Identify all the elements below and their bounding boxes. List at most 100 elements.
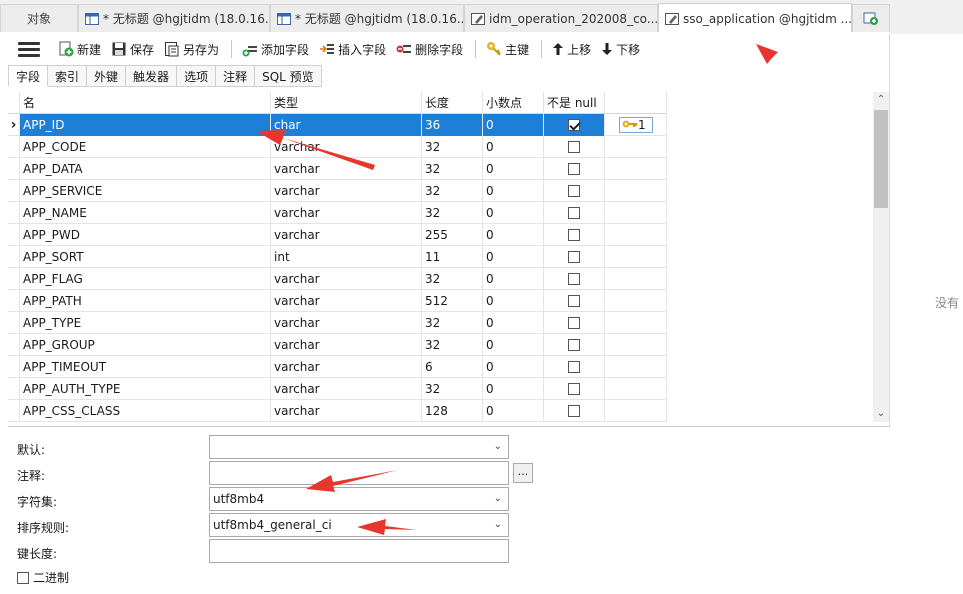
row-marker-cell[interactable] bbox=[8, 202, 20, 224]
grid-vertical-scrollbar[interactable]: ⌃ ⌄ bbox=[873, 92, 889, 422]
table-row[interactable]: APP_DATA varchar 32 0 bbox=[8, 158, 667, 180]
field-type-cell[interactable]: varchar bbox=[271, 290, 422, 312]
move-up-button[interactable]: 上移 bbox=[548, 37, 595, 61]
field-name-cell[interactable]: APP_SERVICE bbox=[20, 180, 271, 202]
menu-icon[interactable] bbox=[18, 38, 40, 60]
not-null-checkbox[interactable] bbox=[568, 360, 580, 373]
field-length-cell[interactable]: 32 bbox=[422, 136, 483, 158]
field-type-cell[interactable]: varchar bbox=[271, 158, 422, 180]
field-name-cell[interactable]: APP_TYPE bbox=[20, 312, 271, 334]
field-name-cell[interactable]: APP_GROUP bbox=[20, 334, 271, 356]
table-row[interactable]: APP_GROUP varchar 32 0 bbox=[8, 334, 667, 356]
field-type-cell[interactable]: varchar bbox=[271, 356, 422, 378]
field-not-null-cell[interactable] bbox=[544, 114, 605, 136]
tab-options[interactable]: 选项 bbox=[177, 65, 217, 87]
field-decimals-cell[interactable]: 0 bbox=[483, 268, 544, 290]
tab-foreign-keys[interactable]: 外键 bbox=[87, 65, 127, 87]
field-length-cell[interactable]: 36 bbox=[422, 114, 483, 136]
binary-checkbox-row[interactable]: 二进制 bbox=[17, 569, 69, 586]
charset-select[interactable]: utf8mb4 ⌄ bbox=[209, 487, 509, 511]
table-row[interactable]: APP_PATH varchar 512 0 bbox=[8, 290, 667, 312]
column-header-name[interactable]: 名 bbox=[20, 92, 271, 114]
tab-triggers[interactable]: 触发器 bbox=[126, 65, 178, 87]
field-name-cell[interactable]: APP_PWD bbox=[20, 224, 271, 246]
field-name-cell[interactable]: APP_CSS_CLASS bbox=[20, 400, 271, 422]
tab-comment[interactable]: 注释 bbox=[216, 65, 256, 87]
field-decimals-cell[interactable]: 0 bbox=[483, 312, 544, 334]
tab-objects[interactable]: 对象 bbox=[0, 4, 78, 32]
tab-sql-preview[interactable]: SQL 预览 bbox=[255, 65, 322, 87]
field-length-cell[interactable]: 32 bbox=[422, 180, 483, 202]
field-decimals-cell[interactable]: 0 bbox=[483, 378, 544, 400]
field-type-cell[interactable]: varchar bbox=[271, 180, 422, 202]
field-not-null-cell[interactable] bbox=[544, 224, 605, 246]
tab-sso-application[interactable]: sso_application @hgjtidm ... bbox=[658, 3, 852, 34]
field-not-null-cell[interactable] bbox=[544, 136, 605, 158]
field-length-cell[interactable]: 32 bbox=[422, 268, 483, 290]
collation-select[interactable]: utf8mb4_general_ci ⌄ bbox=[209, 513, 509, 537]
add-field-button[interactable]: 添加字段 bbox=[238, 37, 313, 61]
not-null-checkbox[interactable] bbox=[568, 272, 580, 285]
field-length-cell[interactable]: 32 bbox=[422, 312, 483, 334]
table-row[interactable]: APP_NAME varchar 32 0 bbox=[8, 202, 667, 224]
move-down-button[interactable]: 下移 bbox=[597, 37, 644, 61]
field-decimals-cell[interactable]: 0 bbox=[483, 290, 544, 312]
table-row[interactable]: APP_SORT int 11 0 bbox=[8, 246, 667, 268]
key-length-input[interactable] bbox=[209, 539, 509, 563]
table-row[interactable]: APP_SERVICE varchar 32 0 bbox=[8, 180, 667, 202]
field-type-cell[interactable]: varchar bbox=[271, 400, 422, 422]
field-decimals-cell[interactable]: 0 bbox=[483, 334, 544, 356]
field-decimals-cell[interactable]: 0 bbox=[483, 202, 544, 224]
new-query-tab-button[interactable] bbox=[852, 4, 890, 32]
field-name-cell[interactable]: APP_SORT bbox=[20, 246, 271, 268]
table-row[interactable]: APP_CSS_CLASS varchar 128 0 bbox=[8, 400, 667, 422]
field-decimals-cell[interactable]: 0 bbox=[483, 400, 544, 422]
field-length-cell[interactable]: 512 bbox=[422, 290, 483, 312]
field-name-cell[interactable]: APP_TIMEOUT bbox=[20, 356, 271, 378]
table-row[interactable]: APP_FLAG varchar 32 0 bbox=[8, 268, 667, 290]
column-header-type[interactable]: 类型 bbox=[271, 92, 422, 114]
field-decimals-cell[interactable]: 0 bbox=[483, 136, 544, 158]
not-null-checkbox[interactable] bbox=[568, 228, 580, 241]
field-name-cell[interactable]: APP_PATH bbox=[20, 290, 271, 312]
tab-fields[interactable]: 字段 bbox=[8, 65, 49, 87]
field-length-cell[interactable]: 6 bbox=[422, 356, 483, 378]
primary-key-button[interactable]: 主键 bbox=[482, 37, 533, 61]
field-name-cell[interactable]: APP_CODE bbox=[20, 136, 271, 158]
field-length-cell[interactable]: 255 bbox=[422, 224, 483, 246]
tab-untitled-query-2[interactable]: * 无标题 @hgjtidm (18.0.16... bbox=[270, 4, 464, 32]
field-length-cell[interactable]: 32 bbox=[422, 334, 483, 356]
tab-untitled-query-1[interactable]: * 无标题 @hgjtidm (18.0.16... bbox=[78, 4, 270, 32]
field-not-null-cell[interactable] bbox=[544, 268, 605, 290]
field-not-null-cell[interactable] bbox=[544, 180, 605, 202]
field-type-cell[interactable]: char bbox=[271, 114, 422, 136]
save-as-button[interactable]: 另存为 bbox=[160, 37, 223, 61]
row-marker-cell[interactable] bbox=[8, 158, 20, 180]
table-row[interactable]: APP_AUTH_TYPE varchar 32 0 bbox=[8, 378, 667, 400]
row-marker-cell[interactable] bbox=[8, 312, 20, 334]
not-null-checkbox[interactable] bbox=[568, 118, 580, 131]
field-name-cell[interactable]: APP_FLAG bbox=[20, 268, 271, 290]
field-decimals-cell[interactable]: 0 bbox=[483, 114, 544, 136]
row-marker-cell[interactable] bbox=[8, 246, 20, 268]
not-null-checkbox[interactable] bbox=[568, 404, 580, 417]
insert-field-button[interactable]: 插入字段 bbox=[315, 37, 390, 61]
row-marker-cell[interactable]: › bbox=[8, 114, 20, 136]
field-not-null-cell[interactable] bbox=[544, 158, 605, 180]
field-not-null-cell[interactable] bbox=[544, 400, 605, 422]
field-name-cell[interactable]: APP_NAME bbox=[20, 202, 271, 224]
row-marker-cell[interactable] bbox=[8, 400, 20, 422]
row-marker-cell[interactable] bbox=[8, 136, 20, 158]
field-length-cell[interactable]: 32 bbox=[422, 202, 483, 224]
not-null-checkbox[interactable] bbox=[568, 294, 580, 307]
column-header-not-null[interactable]: 不是 null bbox=[544, 92, 605, 114]
not-null-checkbox[interactable] bbox=[568, 338, 580, 351]
not-null-checkbox[interactable] bbox=[568, 184, 580, 197]
table-row[interactable]: APP_TIMEOUT varchar 6 0 bbox=[8, 356, 667, 378]
row-marker-cell[interactable] bbox=[8, 290, 20, 312]
field-not-null-cell[interactable] bbox=[544, 202, 605, 224]
delete-field-button[interactable]: 删除字段 bbox=[392, 37, 467, 61]
row-marker-cell[interactable] bbox=[8, 356, 20, 378]
field-decimals-cell[interactable]: 0 bbox=[483, 180, 544, 202]
row-marker-cell[interactable] bbox=[8, 180, 20, 202]
